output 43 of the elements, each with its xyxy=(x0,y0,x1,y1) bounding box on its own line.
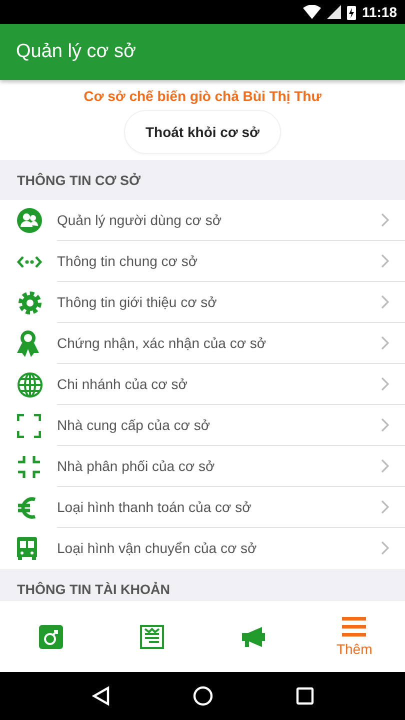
app-icon xyxy=(38,624,63,648)
menu-label: Loại hình thanh toán của cơ sở xyxy=(57,499,252,515)
shrink-icon xyxy=(17,454,41,478)
menu-label: Quản lý người dùng cơ sở xyxy=(57,212,223,228)
menu-label: Nhà phân phối của cơ sở xyxy=(57,458,216,474)
chevron-icon xyxy=(381,418,389,432)
euro-icon xyxy=(17,494,37,520)
chevron-icon xyxy=(381,336,389,350)
status-time: 11:18 xyxy=(362,4,397,20)
battery-icon xyxy=(346,4,356,20)
megaphone-icon xyxy=(240,626,266,648)
facility-name: Cơ sở chế biến giò chả Bùi Thị Thư xyxy=(84,88,322,104)
chevron-icon xyxy=(381,254,389,268)
menu-label: Nhà cung cấp của cơ sở xyxy=(57,417,211,433)
code-icon xyxy=(17,254,42,268)
expand-icon xyxy=(17,414,41,438)
menu-label: Chứng nhận, xác nhận của cơ sở xyxy=(57,335,268,351)
section-title: THÔNG TIN CƠ SỞ xyxy=(17,172,141,188)
menu-label: Chi nhánh của cơ sở xyxy=(57,376,188,392)
recents-icon xyxy=(296,687,314,705)
menu-label: Thông tin chung cơ sở xyxy=(57,253,199,269)
menu-label: Loại hình vận chuyển của cơ sở xyxy=(57,540,258,556)
app-title: Quản lý cơ sở xyxy=(16,41,136,63)
gear-icon xyxy=(17,290,43,316)
signal-icon xyxy=(326,5,341,19)
award-icon xyxy=(17,330,39,358)
back-icon xyxy=(92,686,110,706)
chevron-icon xyxy=(381,295,389,309)
chevron-icon xyxy=(381,459,389,473)
chevron-icon xyxy=(381,377,389,391)
globe-icon xyxy=(17,372,43,398)
document-icon xyxy=(140,624,164,648)
menu-icon xyxy=(342,616,366,636)
bus-icon xyxy=(17,536,37,560)
chevron-icon xyxy=(381,541,389,555)
chevron-icon xyxy=(381,500,389,514)
leave-facility-button[interactable]: Thoát khỏi cơ sở xyxy=(124,110,281,154)
chevron-icon xyxy=(381,213,389,227)
home-icon xyxy=(192,686,212,706)
users-icon xyxy=(17,208,42,233)
menu-label: Thông tin giới thiệu cơ sở xyxy=(57,294,218,310)
section-title: THÔNG TIN TÀI KHOẢN xyxy=(17,582,170,596)
wifi-icon xyxy=(302,5,321,19)
